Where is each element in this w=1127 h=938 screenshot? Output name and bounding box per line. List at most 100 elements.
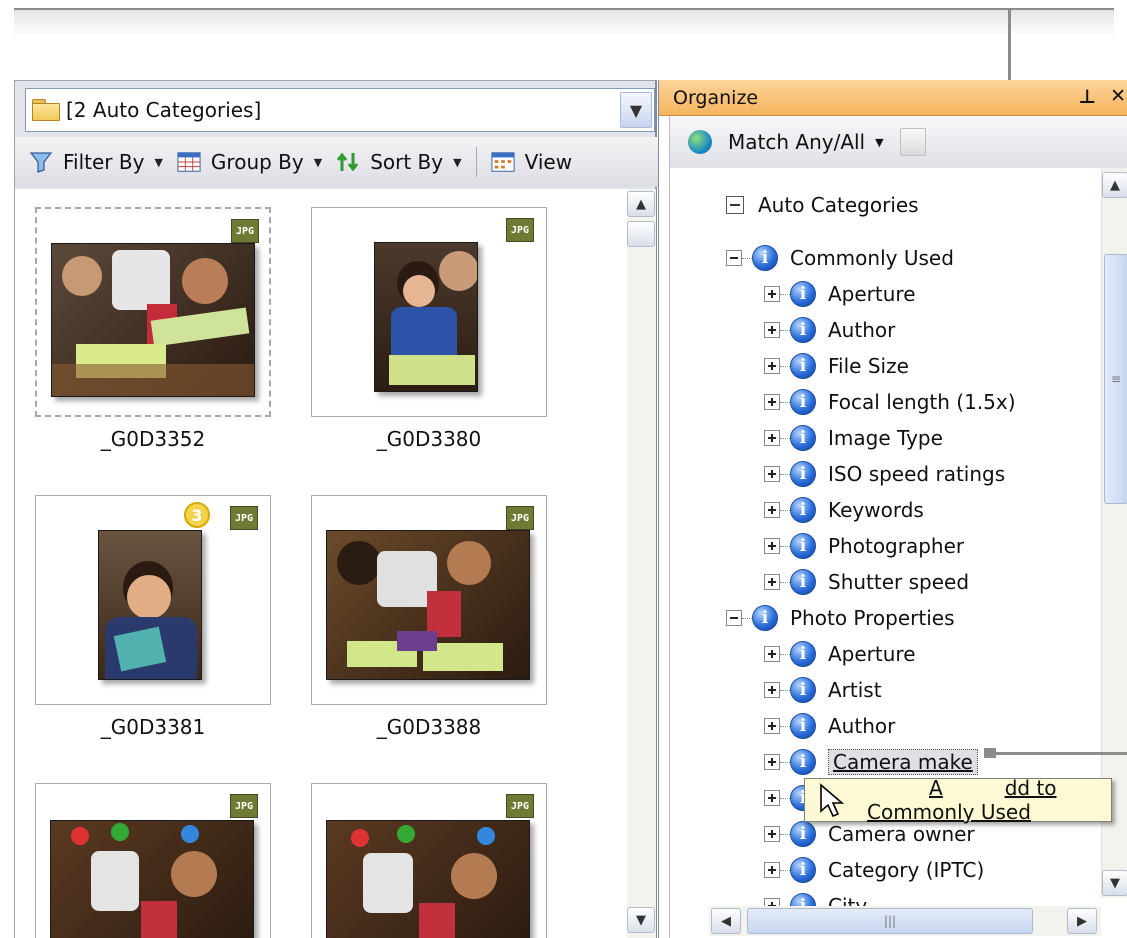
expand-icon[interactable] [764,646,780,662]
tree-connector [780,365,790,367]
tree-root-header[interactable]: Auto Categories [710,172,1101,238]
group-by-button[interactable]: Group By ▼ [177,150,322,174]
tree-item-label: Photographer [828,534,965,558]
chevron-up-icon: ▲ [1110,177,1120,193]
category-combo[interactable]: [2 Auto Categories] ▼ [25,88,655,132]
collapse-icon[interactable] [726,610,742,626]
tree-item[interactable]: i Camera make [764,744,978,780]
thumbnail-item[interactable]: JPG [311,783,547,938]
category-combo-value: [2 Auto Categories] [66,98,262,122]
info-icon: i [790,353,816,379]
stack-count-badge: 3 [184,502,210,528]
thumbnail-item[interactable]: JPG [311,207,547,417]
thumbnail-item[interactable]: JPG [35,783,271,938]
thumbnail-caption: _G0D3352 [100,427,206,451]
add-to-commonly-used-menu-item[interactable]: Add to Commonly Used [867,776,1111,824]
scroll-down-button[interactable]: ▼ [627,907,655,933]
tree-item[interactable]: i Author [764,312,895,348]
expand-icon[interactable] [764,538,780,554]
tree-item[interactable]: i Image Type [764,420,943,456]
photo-image [51,243,255,397]
view-button[interactable]: View [491,150,572,174]
expand-icon[interactable] [764,502,780,518]
tree-horizontal-scrollbar[interactable]: ◀ ||| ▶ [709,906,1101,936]
scroll-thumb[interactable]: ||| [747,908,1033,934]
info-icon: i [790,533,816,559]
tree-item-label: Keywords [828,498,924,522]
chevron-down-icon: ▼ [636,912,646,928]
thumbnail-item[interactable]: JPG [311,495,547,705]
info-icon: i [790,281,816,307]
scroll-down-button[interactable]: ▼ [1102,870,1127,896]
tree-item[interactable]: i Artist [764,672,882,708]
organize-title: Organize [673,86,759,109]
pin-icon[interactable]: ⊥ [1079,86,1096,108]
expand-icon[interactable] [764,862,780,878]
tree-item[interactable]: i Aperture [764,276,916,312]
organize-title-bar: Organize ⊥ ✕ [659,80,1127,116]
tree-item[interactable]: i ISO speed ratings [764,456,1005,492]
scroll-right-button[interactable]: ▶ [1067,908,1097,934]
thumbnail-item[interactable]: JPG [35,207,271,417]
tree-item-label: Category (IPTC) [828,858,985,882]
jpg-format-icon: JPG [506,506,534,530]
thumbnail-item[interactable]: 3 JPG [35,495,271,705]
tree-item[interactable]: i Commonly Used [726,240,954,276]
expand-icon[interactable] [764,718,780,734]
collapse-icon[interactable] [726,196,744,214]
expand-icon[interactable] [764,394,780,410]
scroll-up-button[interactable]: ▲ [1102,172,1127,198]
expand-icon[interactable] [764,682,780,698]
expand-icon[interactable] [764,358,780,374]
info-icon: i [790,497,816,523]
group-by-label: Group By [210,150,304,174]
tree-connector [780,725,790,727]
expand-icon[interactable] [764,286,780,302]
chevron-right-icon: ▶ [1077,913,1087,929]
expand-icon[interactable] [764,430,780,446]
collapse-icon[interactable] [726,250,742,266]
document-icon[interactable] [899,128,926,156]
tree-item[interactable]: i Aperture [764,636,916,672]
match-any-all-button[interactable]: Match Any/All [728,130,865,154]
expand-icon[interactable] [764,790,780,806]
scroll-thumb[interactable] [627,221,655,247]
tree-item[interactable]: i File Size [764,348,909,384]
photo-image [326,530,530,680]
tree-item[interactable]: i Photographer [764,528,964,564]
scroll-up-button[interactable]: ▲ [627,191,655,217]
photo-image [98,530,202,680]
scroll-thumb[interactable]: ≡ [1104,254,1127,504]
expand-icon[interactable] [764,574,780,590]
expand-icon[interactable] [764,826,780,842]
chevron-down-icon: ▼ [1110,875,1120,891]
scroll-left-button[interactable]: ◀ [711,908,741,934]
tree-item[interactable]: i Focal length (1.5x) [764,384,1016,420]
info-icon: i [790,821,816,847]
callout-line-top [14,8,1114,10]
expand-icon[interactable] [764,322,780,338]
callout-marker-bottom [984,748,996,758]
tree-item[interactable]: i Shutter speed [764,564,969,600]
thumbnail-scrollbar[interactable]: ▲ ▼ [627,189,656,938]
tree-item[interactable]: i Category (IPTC) [764,852,984,888]
filter-by-button[interactable]: Filter By ▼ [29,150,163,174]
tree-item[interactable]: i Keywords [764,492,924,528]
thumbnail-pane: [2 Auto Categories] ▼ Filter By ▼ Group … [14,80,658,938]
tree-item-label: Camera make [828,749,978,775]
sort-by-button[interactable]: Sort By ▼ [336,150,462,174]
expand-icon[interactable] [764,466,780,482]
tree-item[interactable]: i Photo Properties [726,600,954,636]
view-label: View [524,150,573,174]
info-icon: i [790,569,816,595]
tree-item[interactable]: i Author [764,708,895,744]
thumbnail-grid: JPG _G0D3352 JPG _G0D3380 3 JPG _G0D3381… [15,189,627,938]
info-icon: i [790,461,816,487]
filter-by-label: Filter By [63,150,145,174]
close-icon[interactable]: ✕ [1110,85,1126,107]
photo-image [50,820,254,938]
chevron-down-icon: ▼ [313,155,323,169]
tree-item-label: File Size [828,354,909,378]
combo-dropdown-button[interactable]: ▼ [620,92,652,128]
expand-icon[interactable] [764,754,780,770]
